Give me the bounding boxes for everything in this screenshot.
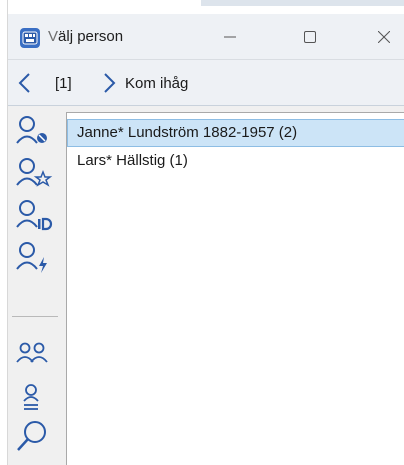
history-nav-bar: [1] Kom ihåg [8,60,404,106]
title-accel-char: V [48,28,59,45]
window-left-edge [0,0,8,465]
close-icon [378,31,390,43]
maximize-button[interactable] [290,20,330,54]
window-top-edge [8,0,404,14]
persons-group-button[interactable] [14,334,54,372]
person-toolbar [8,106,66,465]
person-remove-button[interactable] [14,112,54,150]
toolbar-separator [12,316,58,317]
person-flash-icon [16,242,47,273]
search-icon [17,421,46,451]
list-item[interactable]: Lars* Hällstig (1) [67,147,404,175]
person-list-icon [23,384,39,410]
person-id-icon [16,200,53,231]
person-favorite-button[interactable] [14,154,54,192]
minimize-button[interactable] [210,20,250,54]
persons-group-icon [16,342,48,363]
list-item[interactable]: Janne* Lundström 1882-1957 (2) [67,119,404,147]
minimize-icon [224,36,236,38]
maximize-icon [304,31,316,43]
app-icon [20,28,40,48]
list-item-label: Lars* Hällstig (1) [77,152,188,169]
list-item-label: Janne* Lundström 1882-1957 (2) [77,124,298,141]
title-bar[interactable]: Välj person [8,14,404,60]
back-button[interactable] [16,72,34,94]
person-flash-button[interactable] [14,238,54,276]
forward-button[interactable] [100,72,118,94]
person-list-button[interactable] [14,378,54,416]
window-title: Välj person [48,28,123,45]
person-remove-icon [16,116,47,144]
background-strip [201,0,404,6]
title-rest: älj person [58,28,124,45]
person-list[interactable]: Janne* Lundström 1882-1957 (2) Lars* Häl… [66,112,404,465]
remember-link[interactable]: Kom ihåg [125,75,188,92]
person-star-icon [16,158,53,187]
select-person-window: Välj person [1] Kom ihåg Janne* Lundströ… [0,0,404,465]
chevron-left-icon [18,73,30,93]
person-id-button[interactable] [14,196,54,234]
search-button[interactable] [14,418,54,456]
close-button[interactable] [364,20,404,54]
history-index: [1] [55,75,72,92]
chevron-right-icon [104,73,116,93]
